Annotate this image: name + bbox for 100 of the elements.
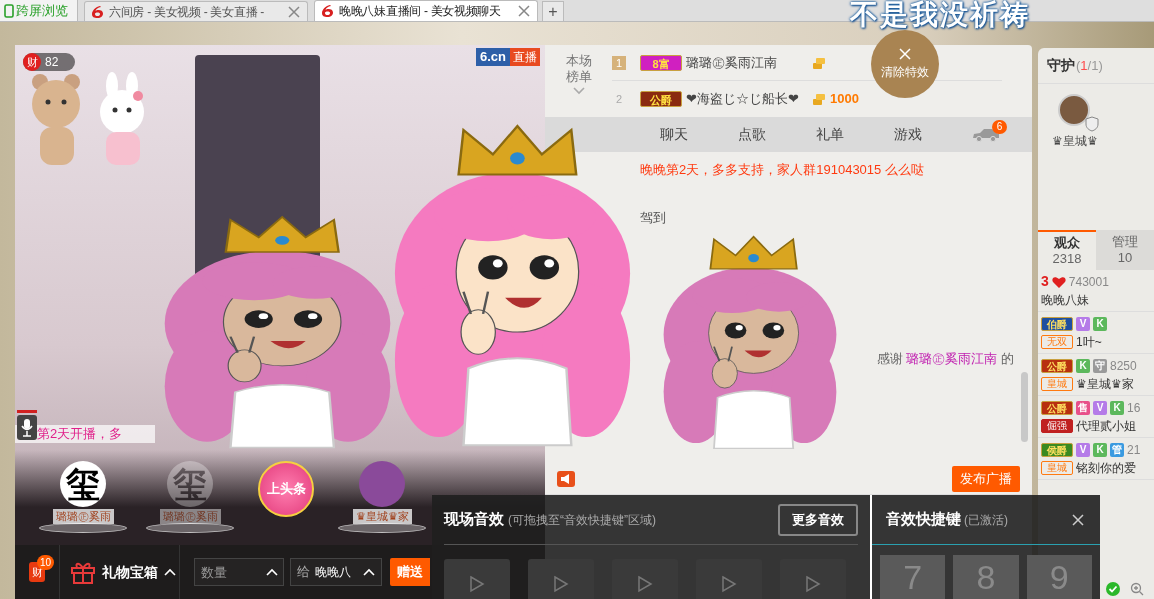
browser-tab[interactable]: 晚晚八妹直播间 - 美女视频聊天	[314, 0, 538, 21]
play-icon	[553, 575, 569, 593]
scrollbar[interactable]	[1021, 372, 1028, 442]
count-badge: 6	[992, 120, 1007, 134]
role-badge: 守	[1093, 358, 1107, 373]
close-icon	[518, 5, 530, 17]
user-caption: 璐璐㊣奚雨	[52, 509, 114, 524]
ticker-text: 第2天开播，多	[37, 425, 123, 443]
user-name[interactable]: 铭刻你的爱	[1076, 458, 1136, 477]
browser-tab[interactable]: 六间房 - 美女视频 - 美女直播 -	[84, 1, 308, 21]
ranking-title[interactable]: 本场榜单	[563, 53, 594, 85]
quantity-field[interactable]: 数量	[194, 558, 284, 586]
user-id: 16	[1127, 399, 1141, 417]
user-tag: 皇城	[1041, 460, 1073, 475]
more-effects-button[interactable]: 更多音效	[778, 503, 858, 536]
close-button[interactable]	[1070, 511, 1086, 528]
role-badge: K	[1110, 400, 1124, 415]
caret-icon	[572, 87, 585, 95]
play-icon	[469, 575, 485, 593]
user-tag: 倔强	[1041, 418, 1073, 433]
user-tag: 皇城	[1041, 376, 1073, 391]
heart-icon	[1051, 275, 1066, 288]
caret-icon	[266, 568, 278, 576]
caret-icon	[164, 568, 176, 576]
role-badge: K	[1076, 358, 1090, 373]
coin-amount: 1000	[830, 90, 859, 109]
chat-message: 感谢 璐璐㊣奚雨江南 的	[876, 350, 1014, 368]
sound-slot[interactable]	[612, 559, 678, 599]
megaphone-icon	[557, 471, 575, 487]
chat-message: 驾到	[640, 208, 667, 227]
play-icon	[637, 575, 653, 593]
user-caption: ♛皇城♛家	[352, 509, 412, 524]
user-name[interactable]: ♛皇城♛家	[1076, 374, 1134, 393]
panel-status: (已激活)	[964, 511, 1008, 529]
site-logo-icon	[91, 4, 104, 19]
new-tab-button[interactable]: +	[542, 1, 564, 21]
close-tab-button[interactable]	[517, 4, 531, 18]
chat-tab[interactable]: 聊天	[635, 117, 713, 152]
rank-number: 1	[612, 55, 626, 70]
user-caption: 璐璐㊣奚雨	[159, 509, 221, 524]
user-level: 3	[1041, 274, 1049, 289]
play-icon	[805, 575, 821, 593]
rank-number: 2	[614, 92, 624, 106]
wealth-button[interactable]: 财 10	[15, 545, 60, 599]
recipient-dropdown[interactable]: 给 晚晚八	[290, 558, 382, 586]
wealth-label: 财	[23, 53, 41, 71]
panel-hint: (可拖拽至“音效快捷键”区域)	[508, 511, 656, 529]
rank-badge: 8富	[640, 54, 682, 71]
close-icon	[899, 47, 911, 60]
site-logo-icon	[321, 4, 334, 18]
chat-message: 晚晚第2天，多多支持，家人群191043015 么么哒	[640, 161, 925, 179]
caret-icon	[363, 568, 375, 576]
coins-icon	[812, 55, 826, 70]
user-name[interactable]: 1叶~	[1076, 332, 1102, 351]
role-badge: V	[1093, 400, 1107, 415]
user-avatar: 玺	[167, 461, 213, 507]
recipient-label: 给	[297, 563, 310, 582]
user-tag: 无双	[1041, 334, 1073, 349]
chat-tab[interactable]: 礼单	[791, 117, 869, 152]
role-badge: 售	[1076, 400, 1090, 415]
rank-badge: 伯爵	[1041, 316, 1073, 331]
user-name[interactable]: ❤海盗じ☆じ船长❤	[686, 89, 812, 109]
role-badge: 管	[1110, 442, 1124, 457]
sound-slot[interactable]	[696, 559, 762, 599]
viewer-tab[interactable]: 管理 10	[1096, 230, 1154, 270]
chat-tab[interactable]: 点歌	[713, 117, 791, 152]
user-name[interactable]: 璐璐㊣奚雨江南	[686, 52, 812, 73]
role-badge: V	[1076, 316, 1090, 331]
play-icon	[721, 575, 737, 593]
avatar-image[interactable]	[1058, 94, 1090, 126]
sound-slot[interactable]	[780, 559, 846, 599]
user-id: 8250	[1110, 357, 1137, 375]
user-id: 743001	[1068, 273, 1109, 291]
gift-box-button[interactable]: 礼物宝箱	[60, 545, 180, 599]
sound-slot[interactable]	[444, 559, 510, 599]
coins-icon	[812, 92, 826, 106]
guard-title: 守护	[1047, 56, 1075, 75]
close-icon	[288, 5, 300, 18]
site-logo: 6.cn	[476, 48, 510, 66]
guard-count: (1/1)	[1076, 56, 1103, 75]
phone-icon	[4, 3, 14, 18]
role-badge: V	[1076, 442, 1090, 457]
user-name[interactable]: 晚晚八妹	[1041, 290, 1089, 309]
panel-title: 音效快捷键	[886, 509, 961, 530]
effect-text: 不是我没祈祷	[850, 0, 1030, 30]
close-tab-button[interactable]	[287, 4, 301, 19]
wealth-count: 82	[45, 54, 59, 71]
rank-badge: 公爵	[1041, 358, 1073, 373]
user-name[interactable]: 代理贰小姐	[1076, 416, 1136, 435]
role-badge: K	[1093, 316, 1107, 331]
role-badge: K	[1093, 442, 1107, 457]
check-icon	[1106, 582, 1120, 596]
user-avatar: 玺	[60, 461, 106, 507]
live-tag: 直播	[510, 48, 540, 66]
gift-icon	[70, 560, 96, 584]
sound-slot[interactable]	[528, 559, 594, 599]
chat-tab[interactable]: 游戏	[869, 117, 947, 152]
shield-icon	[1084, 116, 1100, 132]
guard-name[interactable]: ♛皇城♛	[1052, 132, 1098, 150]
zoom-icon[interactable]	[1130, 582, 1144, 596]
